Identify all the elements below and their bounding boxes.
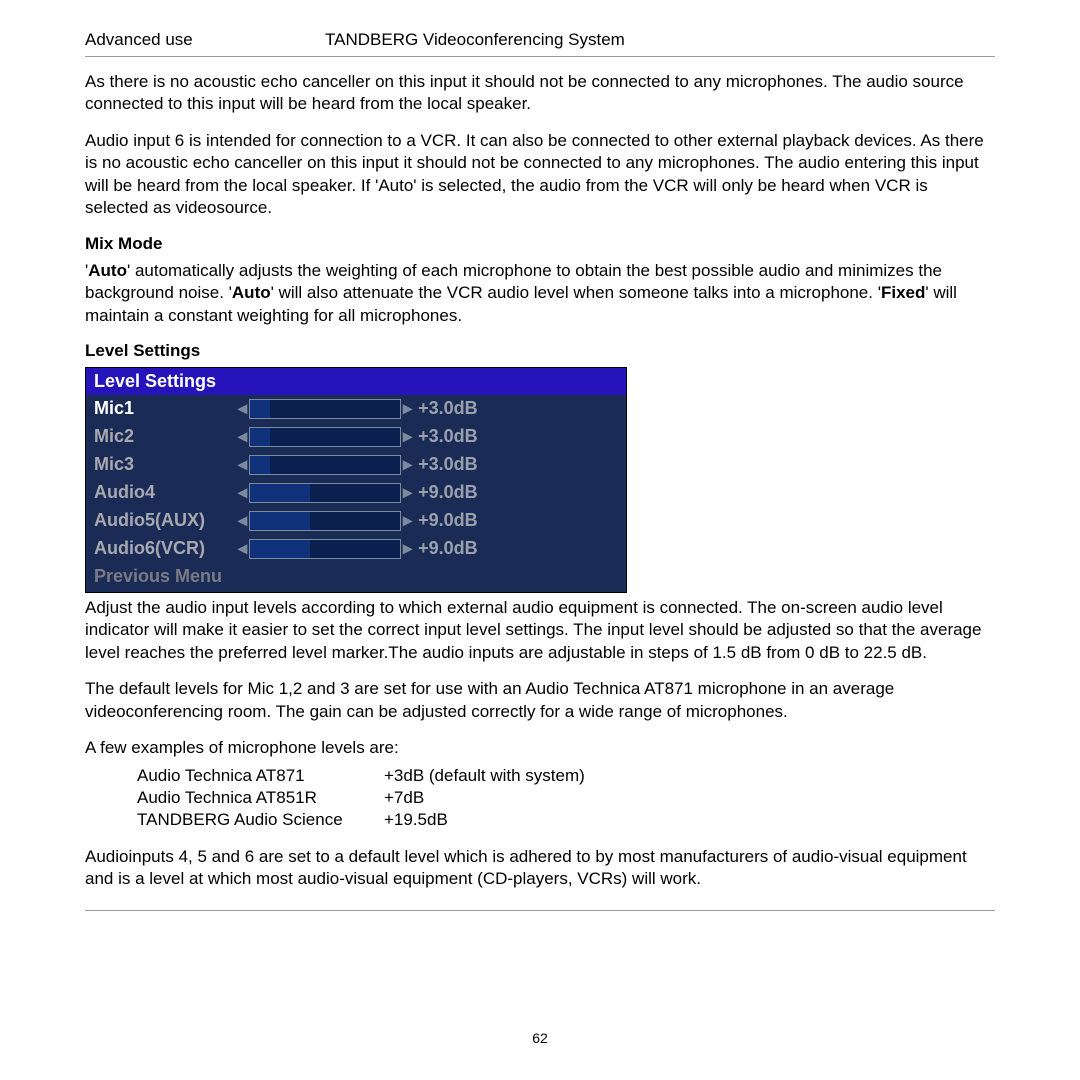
- level-bar: [249, 399, 401, 419]
- mic-examples-table: Audio Technica AT871+3dB (default with s…: [135, 764, 587, 832]
- header-section: Advanced use: [85, 30, 325, 50]
- level-row-mic3[interactable]: Mic3◂ ▸+3.0dB: [86, 451, 626, 479]
- level-bar: [249, 427, 401, 447]
- table-row: Audio Technica AT851R+7dB: [137, 788, 585, 808]
- chevron-left-icon[interactable]: ◂: [236, 398, 249, 419]
- level-adjust-paragraph: Adjust the audio input levels according …: [85, 597, 995, 664]
- level-bar: [249, 539, 401, 559]
- chevron-left-icon[interactable]: ◂: [236, 482, 249, 503]
- header-product: TANDBERG Videoconferencing System: [325, 30, 625, 50]
- chevron-right-icon[interactable]: ▸: [401, 538, 414, 559]
- level-value: +9.0dB: [414, 538, 478, 559]
- page-header: Advanced use TANDBERG Videoconferencing …: [85, 30, 995, 57]
- chevron-left-icon[interactable]: ◂: [236, 538, 249, 559]
- level-bar: [249, 511, 401, 531]
- chevron-right-icon[interactable]: ▸: [401, 510, 414, 531]
- level-label: Mic3: [94, 454, 236, 475]
- level-value: +3.0dB: [414, 426, 478, 447]
- chevron-right-icon[interactable]: ▸: [401, 398, 414, 419]
- level-value: +3.0dB: [414, 398, 478, 419]
- chevron-right-icon[interactable]: ▸: [401, 454, 414, 475]
- mix-mode-paragraph: 'Auto' automatically adjusts the weighti…: [85, 260, 995, 327]
- level-label: Audio6(VCR): [94, 538, 236, 559]
- page-number: 62: [0, 1030, 1080, 1046]
- intro-paragraph-2: Audio input 6 is intended for connection…: [85, 130, 995, 220]
- audioinputs-paragraph: Audioinputs 4, 5 and 6 are set to a defa…: [85, 846, 995, 891]
- intro-paragraph-1: As there is no acoustic echo canceller o…: [85, 71, 995, 116]
- chevron-right-icon[interactable]: ▸: [401, 426, 414, 447]
- default-levels-paragraph: The default levels for Mic 1,2 and 3 are…: [85, 678, 995, 723]
- level-row-audio5(aux)[interactable]: Audio5(AUX)◂ ▸+9.0dB: [86, 507, 626, 535]
- level-value: +3.0dB: [414, 454, 478, 475]
- chevron-right-icon[interactable]: ▸: [401, 482, 414, 503]
- mic-name: TANDBERG Audio Science: [137, 810, 382, 830]
- level-label: Mic1: [94, 398, 236, 419]
- level-label: Audio4: [94, 482, 236, 503]
- level-row-audio4[interactable]: Audio4◂ ▸+9.0dB: [86, 479, 626, 507]
- mix-mode-heading: Mix Mode: [85, 234, 995, 254]
- chevron-left-icon[interactable]: ◂: [236, 510, 249, 531]
- level-bar: [249, 455, 401, 475]
- level-value: +9.0dB: [414, 482, 478, 503]
- mic-level: +3dB (default with system): [384, 766, 585, 786]
- level-settings-panel: Level Settings Mic1◂▸+3.0dBMic2◂▸+3.0dBM…: [85, 367, 627, 593]
- chevron-left-icon[interactable]: ◂: [236, 454, 249, 475]
- panel-title: Level Settings: [86, 368, 626, 395]
- chevron-left-icon[interactable]: ◂: [236, 426, 249, 447]
- level-label: Mic2: [94, 426, 236, 447]
- level-row-mic2[interactable]: Mic2◂ ▸+3.0dB: [86, 423, 626, 451]
- mic-name: Audio Technica AT851R: [137, 788, 382, 808]
- level-row-audio6(vcr)[interactable]: Audio6(VCR)◂ ▸+9.0dB: [86, 535, 626, 563]
- table-row: Audio Technica AT871+3dB (default with s…: [137, 766, 585, 786]
- examples-intro: A few examples of microphone levels are:: [85, 737, 995, 759]
- level-label: Audio5(AUX): [94, 510, 236, 531]
- previous-menu-item[interactable]: Previous Menu: [86, 563, 626, 592]
- table-row: TANDBERG Audio Science+19.5dB: [137, 810, 585, 830]
- footer-divider: [85, 910, 995, 911]
- mic-level: +19.5dB: [384, 810, 585, 830]
- level-row-mic1[interactable]: Mic1◂ ▸+3.0dB: [86, 395, 626, 423]
- level-value: +9.0dB: [414, 510, 478, 531]
- level-bar: [249, 483, 401, 503]
- mic-level: +7dB: [384, 788, 585, 808]
- level-settings-heading: Level Settings: [85, 341, 995, 361]
- mic-name: Audio Technica AT871: [137, 766, 382, 786]
